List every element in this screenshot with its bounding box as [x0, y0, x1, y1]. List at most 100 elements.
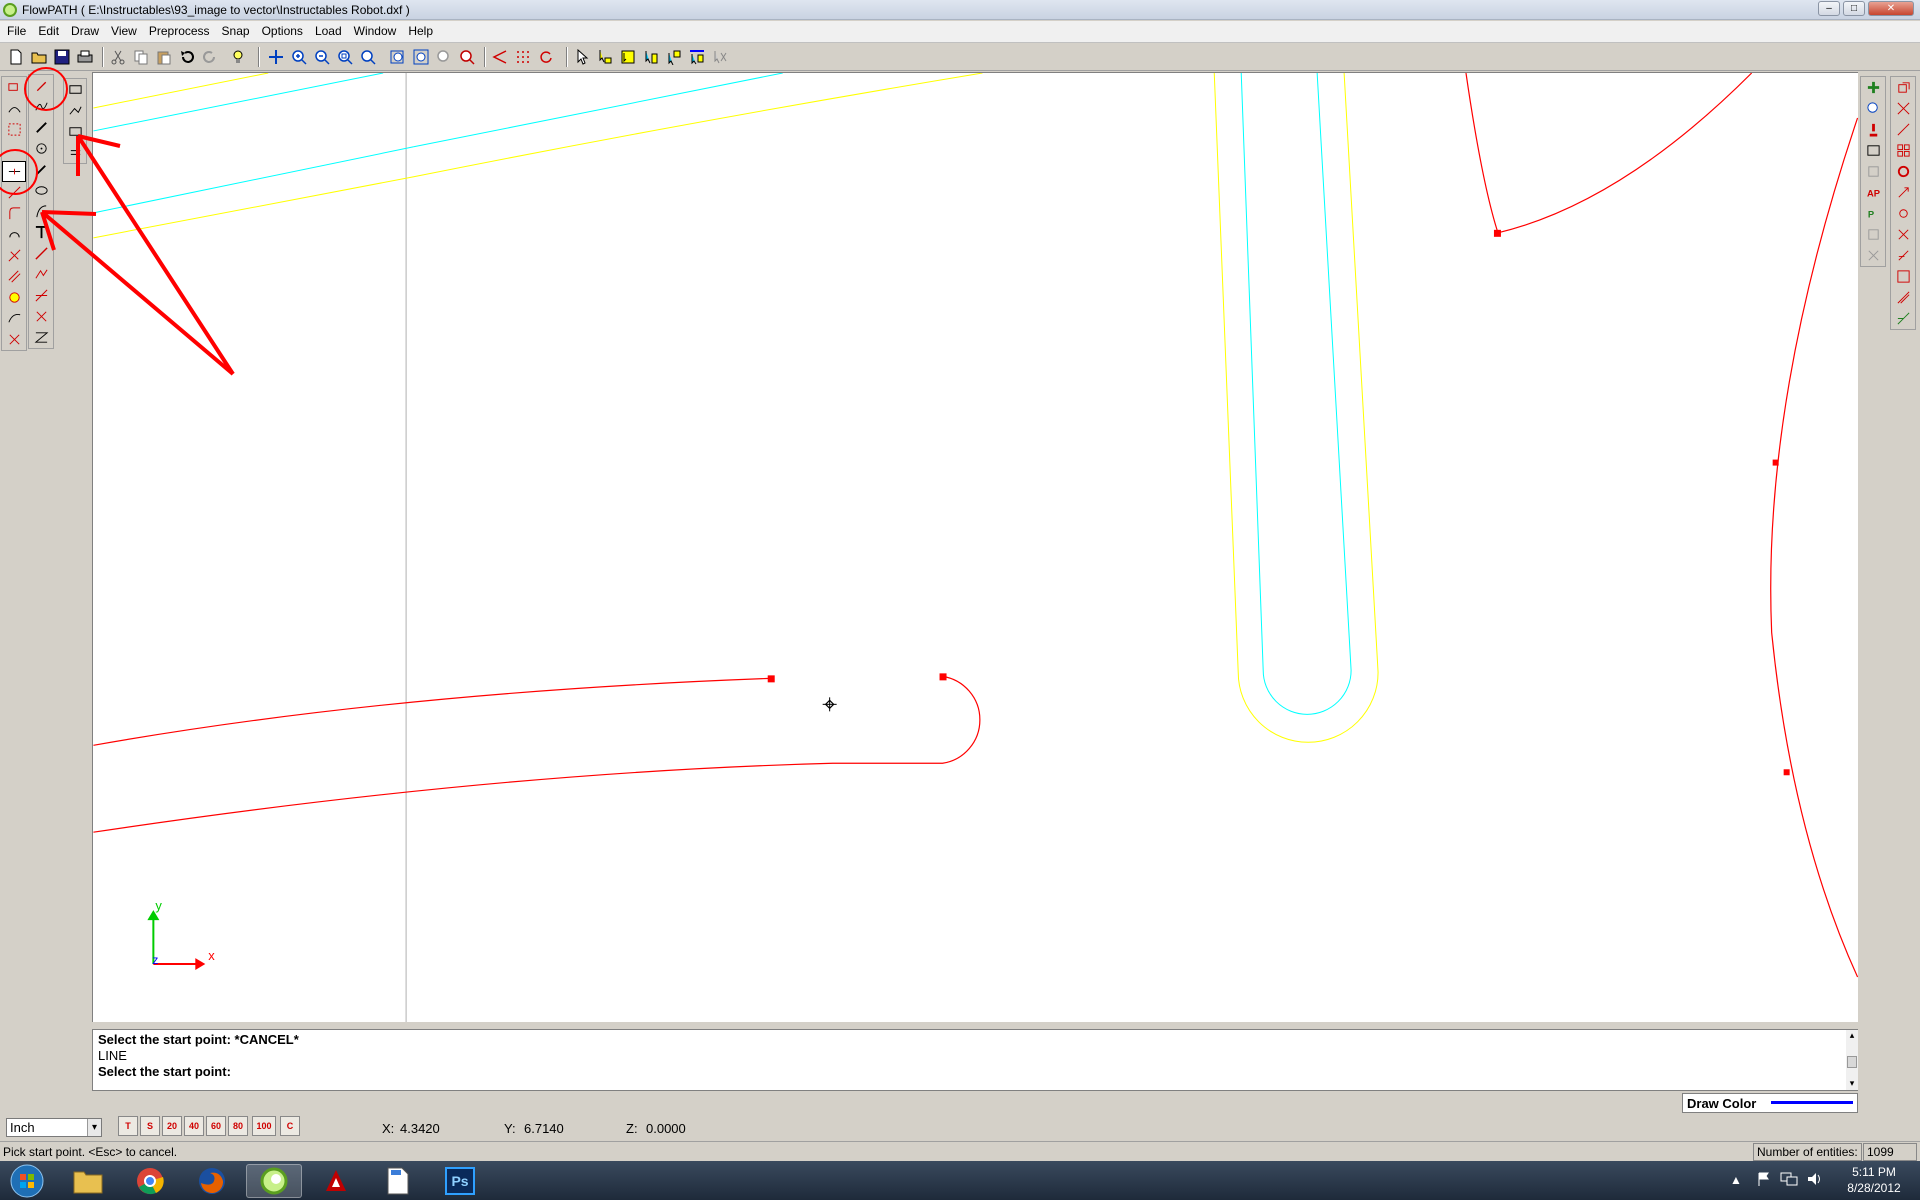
paste-button[interactable] — [154, 47, 174, 67]
zoom-window-button[interactable] — [335, 47, 355, 67]
action-center-flag-icon[interactable] — [1756, 1171, 1772, 1187]
volume-icon[interactable] — [1806, 1171, 1824, 1187]
copy-button[interactable] — [131, 47, 151, 67]
clock-date[interactable]: 8/28/2012 — [1832, 1181, 1916, 1195]
polyline-tool-button[interactable] — [29, 117, 53, 138]
zoom-previous-button[interactable] — [358, 47, 378, 67]
help-button[interactable] — [228, 47, 248, 67]
taskbar-flowpath[interactable] — [246, 1164, 302, 1198]
vector-entity-arc[interactable] — [1465, 73, 1753, 234]
zoom-out-button[interactable] — [312, 47, 332, 67]
smooth-tool-button[interactable] — [2, 308, 26, 329]
scale-entity-button[interactable] — [1891, 224, 1915, 245]
scale-tool-button[interactable] — [29, 306, 53, 327]
draw-color-swatch[interactable] — [1771, 1101, 1853, 1104]
vector-entity-arc[interactable] — [1770, 117, 1858, 978]
ellipse-tool-button[interactable] — [29, 180, 53, 201]
frame-button[interactable] — [1891, 266, 1915, 287]
trim-tool-button[interactable] — [2, 98, 26, 119]
clock-time[interactable]: 5:11 PM — [1832, 1165, 1916, 1179]
snap-40-button[interactable]: 40 — [184, 1116, 204, 1136]
pencil-tool-button[interactable] — [29, 75, 53, 96]
snap-toggle-button[interactable] — [490, 47, 510, 67]
zoom-all-button[interactable] — [411, 47, 431, 67]
fillet-tool-button[interactable] — [2, 203, 26, 224]
polar-array-button[interactable] — [1891, 161, 1915, 182]
common-cut-button[interactable] — [1861, 245, 1885, 266]
chevron-down-icon[interactable]: ▾ — [87, 1119, 101, 1136]
snap-t-button[interactable]: T — [118, 1116, 138, 1136]
explode-tool-button[interactable] — [2, 287, 26, 308]
align-button[interactable] — [1891, 203, 1915, 224]
snap-60-button[interactable]: 60 — [206, 1116, 226, 1136]
menu-snap[interactable]: Snap — [215, 21, 255, 42]
tray-show-hidden-icon[interactable]: ▲ — [1730, 1173, 1742, 1187]
scroll-up-arrow[interactable]: ▴ — [1846, 1030, 1858, 1042]
zoom-in-button[interactable] — [289, 47, 309, 67]
part-button[interactable] — [1861, 161, 1885, 182]
mirror-tool-button[interactable] — [29, 285, 53, 306]
deselect-button[interactable] — [710, 47, 730, 67]
snap-s-button[interactable]: S — [140, 1116, 160, 1136]
delete-tool-button[interactable] — [2, 329, 26, 350]
lead-in-button[interactable] — [1861, 98, 1885, 119]
redraw-button[interactable] — [457, 47, 477, 67]
start-button[interactable] — [2, 1164, 52, 1198]
ortho-toggle-button[interactable] — [536, 47, 556, 67]
circle-tool-button[interactable] — [29, 138, 53, 159]
maximize-button[interactable]: □ — [1843, 1, 1865, 16]
menu-options[interactable]: Options — [255, 21, 308, 42]
taskbar-explorer[interactable] — [60, 1164, 116, 1198]
offset-tool-button[interactable] — [2, 266, 26, 287]
select-layer-button[interactable] — [641, 47, 661, 67]
extend-tool-button[interactable] — [2, 182, 26, 203]
zoom-extents-button[interactable] — [388, 47, 408, 67]
text-tool-button[interactable] — [29, 222, 53, 243]
taskbar-photoshop[interactable]: Ps — [432, 1164, 488, 1198]
snap-100-button[interactable]: 100 — [252, 1116, 276, 1136]
minimize-button[interactable]: – — [1818, 1, 1840, 16]
move-button[interactable] — [1891, 77, 1915, 98]
network-icon[interactable] — [1780, 1171, 1798, 1187]
line-tool-button[interactable] — [2, 161, 26, 182]
snap-c-button[interactable]: C — [280, 1116, 300, 1136]
units-select[interactable]: Inch ▾ — [6, 1118, 102, 1137]
offset-entity-button[interactable] — [1891, 287, 1915, 308]
print-button[interactable] — [75, 47, 95, 67]
select-all-button[interactable] — [687, 47, 707, 67]
toolpath-button[interactable] — [1861, 77, 1885, 98]
quality-path-button[interactable]: P — [1861, 203, 1885, 224]
new-file-button[interactable] — [6, 47, 26, 67]
menu-edit[interactable]: Edit — [31, 21, 64, 42]
select-color-button[interactable] — [664, 47, 684, 67]
drawing-canvas[interactable]: y x z — [92, 72, 1858, 1022]
select-crossing-button[interactable] — [618, 47, 638, 67]
curve-tool-button[interactable] — [29, 201, 53, 222]
menu-help[interactable]: Help — [401, 21, 438, 42]
rectangle-tool-button[interactable] — [2, 77, 26, 98]
spline-tool-button[interactable] — [29, 96, 53, 117]
mirror-entity-button[interactable] — [1891, 245, 1915, 266]
array-button[interactable] — [1891, 140, 1915, 161]
measure-tool-button[interactable] — [29, 243, 53, 264]
pierce-button[interactable] — [1861, 119, 1885, 140]
vector-entity-curve[interactable] — [93, 677, 771, 746]
tab-button[interactable] — [1861, 224, 1885, 245]
draw-color-panel[interactable]: Draw Color — [1682, 1093, 1858, 1113]
taskbar-chrome[interactable] — [122, 1164, 178, 1198]
snap-80-button[interactable]: 80 — [228, 1116, 248, 1136]
select-window-button[interactable] — [595, 47, 615, 67]
grid-toggle-button[interactable] — [513, 47, 533, 67]
close-button[interactable]: ✕ — [1868, 1, 1914, 16]
zoom-realtime-button[interactable] — [434, 47, 454, 67]
arc-tool-button[interactable] — [2, 224, 26, 245]
menu-draw[interactable]: Draw — [64, 21, 104, 42]
undo-button[interactable] — [177, 47, 197, 67]
command-prompt[interactable]: Select the start point: — [98, 1064, 231, 1079]
scroll-down-arrow[interactable]: ▾ — [1846, 1078, 1858, 1090]
vector-entity-curve[interactable] — [93, 675, 981, 833]
dimension-tool-button[interactable] — [29, 264, 53, 285]
menu-preprocess[interactable]: Preprocess — [142, 21, 215, 42]
break-tool-button[interactable] — [2, 119, 26, 140]
rotate-entity-button[interactable] — [1891, 182, 1915, 203]
